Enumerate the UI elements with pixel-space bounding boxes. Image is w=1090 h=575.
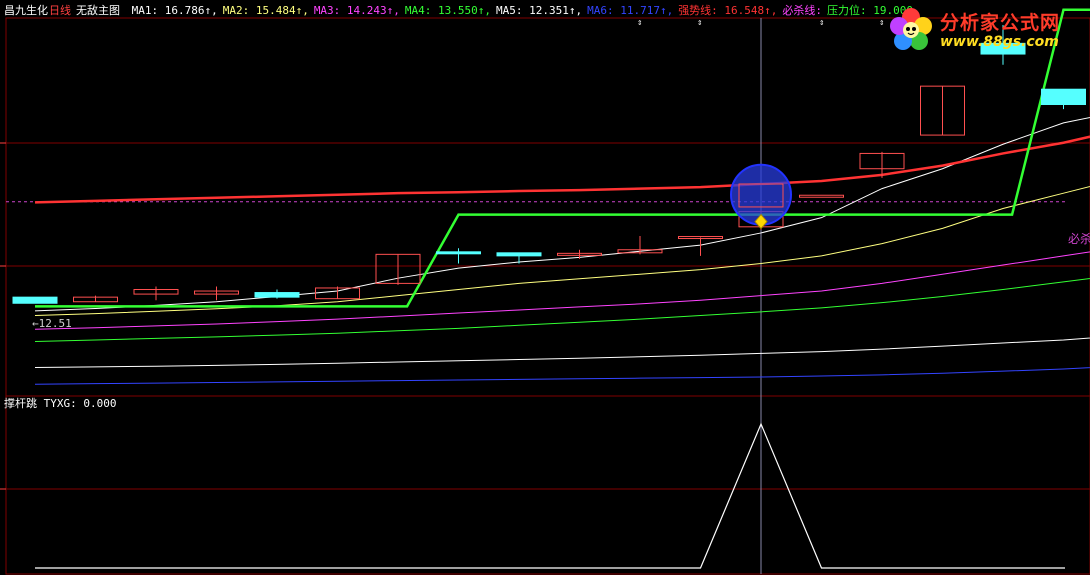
ma-value-1: MA2: 15.484↑, — [222, 4, 309, 17]
ma-line-强势线 — [34, 135, 1090, 204]
candle-body-0[interactable] — [12, 296, 58, 304]
ma-line-MA1 — [34, 116, 1090, 312]
ma-value-5: MA6: 11.717↑, — [587, 4, 674, 17]
candle-body-8[interactable] — [496, 252, 542, 257]
site-logo: 分析家公式网 www.88gs.com — [884, 2, 1082, 56]
ma-value-0: MA1: 16.786↑, — [131, 4, 218, 17]
sub-panel-frame — [5, 395, 1090, 575]
ma-value-7: 必杀线: — [782, 4, 823, 17]
candle-body-17[interactable] — [1041, 88, 1086, 106]
flower-logo-icon — [890, 8, 932, 50]
ma-value-3: MA4: 13.550↑, — [404, 4, 491, 17]
ma-value-2: MA3: 14.243↑, — [313, 4, 400, 17]
logo-title: 分析家公式网 — [940, 12, 1061, 34]
candle-body-7[interactable] — [436, 251, 481, 255]
ma-values: MA1: 16.786↑, MA2: 15.484↑, MA3: 14.243↑, M… — [132, 4, 925, 17]
tyxg-line — [35, 422, 1065, 569]
kline-chart[interactable]: ⇕ ⇕ ⇕ ⇕ — [0, 0, 1090, 575]
logo-url[interactable]: www.88gs.com — [940, 34, 1059, 50]
ma-value-4: MA5: 12.351↑, — [496, 4, 583, 17]
header-bar: 昌九生化日线 无敌主图 MA1: 16.786↑, MA2: 15.484↑, MA3… — [4, 4, 930, 20]
low-price-label: ←12.51 — [32, 317, 72, 330]
main-panel-frame — [5, 17, 1090, 397]
ma-line-MA5 — [34, 337, 1090, 368]
period-label[interactable]: 日线 — [49, 4, 71, 17]
candle-body-4[interactable] — [254, 292, 300, 298]
ma-line-MA6 — [34, 367, 1090, 385]
candle-body-13[interactable] — [799, 194, 844, 198]
ma-value-6: 强势线: 16.548↑, — [678, 4, 778, 17]
indicator-name[interactable]: 无敌主图 — [76, 4, 120, 17]
bisha-line-label: 必杀 — [1068, 232, 1090, 246]
stock-name: 昌九生化 — [4, 4, 48, 17]
sub-panel-label: 撑杆跳 TYXG: 0.000 — [4, 397, 117, 410]
